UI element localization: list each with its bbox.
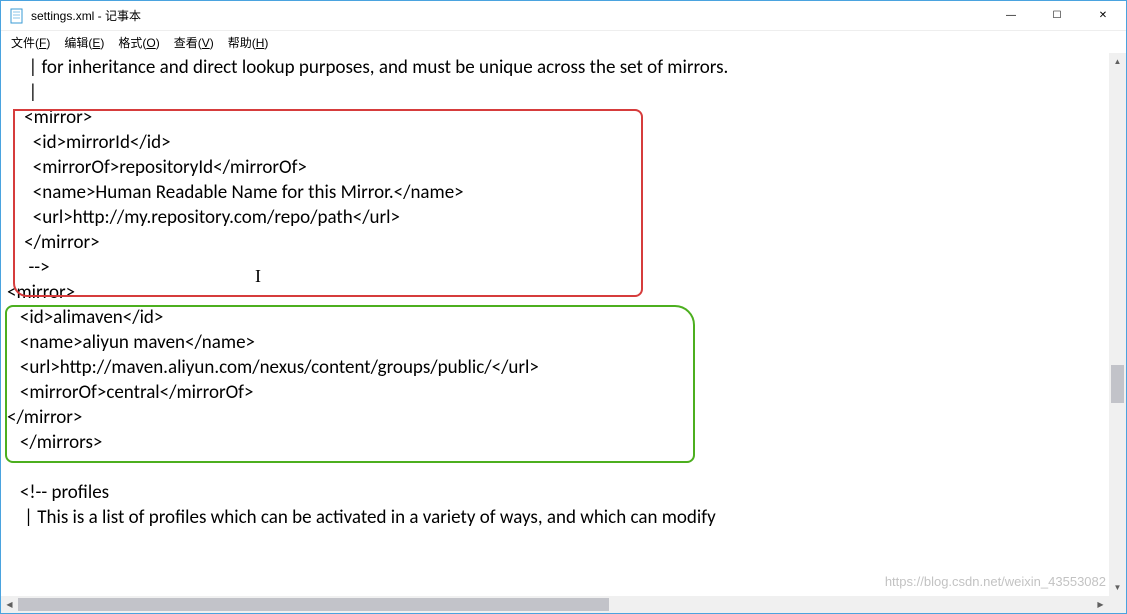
maximize-button[interactable]: ☐ <box>1034 1 1080 31</box>
menu-file[interactable]: 文件(F) <box>5 32 56 53</box>
hscroll-track[interactable] <box>18 596 1092 613</box>
vertical-scrollbar[interactable]: ▲ ▼ <box>1109 53 1126 596</box>
minimize-button[interactable]: — <box>988 1 1034 31</box>
notepad-icon <box>9 8 25 24</box>
horizontal-scrollbar[interactable]: ◀ ▶ <box>1 596 1109 613</box>
window-controls: — ☐ ✕ <box>988 1 1126 31</box>
scroll-up-icon[interactable]: ▲ <box>1109 53 1126 70</box>
menu-bar: 文件(F) 编辑(E) 格式(O) 查看(V) 帮助(H) <box>1 31 1126 53</box>
vscroll-track[interactable] <box>1109 70 1126 579</box>
menu-edit[interactable]: 编辑(E) <box>58 32 110 53</box>
menu-format[interactable]: 格式(O) <box>112 32 165 53</box>
text-content[interactable]: | for inheritance and direct lookup purp… <box>1 53 1126 532</box>
vscroll-thumb[interactable] <box>1111 365 1124 403</box>
hscroll-thumb[interactable] <box>18 598 609 611</box>
close-button[interactable]: ✕ <box>1080 1 1126 31</box>
scroll-left-icon[interactable]: ◀ <box>1 596 18 613</box>
menu-view[interactable]: 查看(V) <box>168 32 220 53</box>
editor-area: | for inheritance and direct lookup purp… <box>1 53 1126 596</box>
title-bar: settings.xml - 记事本 — ☐ ✕ <box>1 1 1126 31</box>
scrollbar-corner <box>1109 596 1126 613</box>
window-title: settings.xml - 记事本 <box>31 7 141 24</box>
scroll-right-icon[interactable]: ▶ <box>1092 596 1109 613</box>
menu-help[interactable]: 帮助(H) <box>222 32 275 53</box>
scroll-down-icon[interactable]: ▼ <box>1109 579 1126 596</box>
